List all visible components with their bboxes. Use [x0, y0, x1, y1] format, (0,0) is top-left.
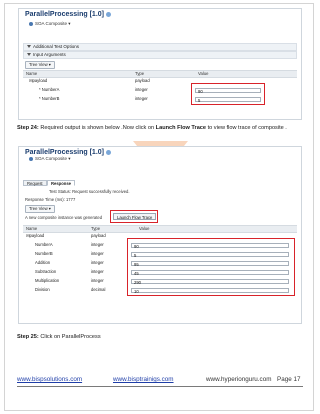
- footer-link-bispsolutions[interactable]: www.bispsolutions.com: [17, 376, 82, 383]
- tab-request[interactable]: Request: [23, 180, 47, 186]
- composite-icon: [29, 21, 33, 26]
- row-name: NumberB: [35, 251, 53, 256]
- row-name: Multiplication: [35, 278, 60, 283]
- row-name: Division: [35, 287, 50, 292]
- col-value: Value: [139, 226, 150, 231]
- composite-title: ParallelProcessing [1.0]: [25, 11, 111, 18]
- soa-composite-menu[interactable]: SOA Composite ▾: [29, 21, 71, 27]
- row-name: ⊟ payload: [29, 78, 48, 83]
- row-type: integer: [91, 251, 104, 256]
- tab-response[interactable]: Response: [47, 180, 76, 186]
- panel-additional-test-options[interactable]: Additional Test Options: [23, 43, 297, 51]
- table-header: Name Type Value: [23, 70, 297, 78]
- footer-divider: [17, 386, 303, 387]
- info-icon: [105, 149, 111, 155]
- row-name: ⊟ payload: [26, 233, 45, 238]
- col-value: Value: [198, 71, 209, 76]
- row-type: integer: [135, 96, 148, 101]
- tree-view-select[interactable]: Tree View ▾: [25, 61, 55, 69]
- col-name: Name: [26, 71, 38, 76]
- expand-icon: [27, 45, 31, 49]
- row-type: integer: [91, 260, 104, 265]
- row-type: payload: [135, 78, 150, 83]
- instance-text: A new composite instance was generated: [25, 215, 103, 220]
- col-type: Type: [91, 226, 101, 231]
- row-type: integer: [91, 269, 104, 274]
- response-time: Response Time (ms): 1777: [25, 197, 76, 202]
- row-type: integer: [91, 278, 104, 283]
- row-type: decimal: [91, 287, 106, 292]
- info-icon: [105, 11, 111, 17]
- footer-link-bisptrainigs[interactable]: www.bisptrainigs.com: [113, 376, 174, 383]
- highlight-box: [127, 238, 295, 296]
- row-name: Addition: [35, 260, 51, 265]
- col-name: Name: [26, 226, 38, 231]
- highlight-box: [191, 83, 265, 105]
- composite-icon: [29, 156, 33, 161]
- row-name: * NumberB: [39, 96, 60, 101]
- soa-composite-menu[interactable]: SOA Composite ▾: [29, 156, 71, 162]
- row-name: Subtraction: [35, 269, 57, 274]
- footer-hyperionguru: www.hyperionguru.com: [206, 376, 272, 383]
- row-type: integer: [135, 87, 148, 92]
- expand-icon: [27, 53, 31, 57]
- page-number: Page 17: [277, 376, 301, 383]
- row-type: payload: [91, 233, 106, 238]
- highlight-box: [110, 210, 158, 223]
- panel-input-arguments[interactable]: Input Arguments: [23, 51, 297, 59]
- row-name: NumberA: [35, 242, 53, 247]
- screenshot-response: ParallelProcessing [1.0] SOA Composite ▾…: [18, 146, 302, 324]
- row-name: * NumberA: [39, 87, 60, 92]
- test-status: Test Status: Request successfully receiv…: [49, 189, 130, 194]
- step-24-text: Step 24: Required output is shown below …: [17, 125, 287, 131]
- step-25-text: Step 25: Click on ParallelProcess: [17, 334, 101, 340]
- table-header: Name Type Value: [23, 225, 297, 233]
- composite-title: ParallelProcessing [1.0]: [25, 149, 111, 156]
- tree-view-select[interactable]: Tree View ▾: [25, 205, 55, 213]
- screenshot-input-arguments: ParallelProcessing [1.0] SOA Composite ▾…: [18, 8, 302, 120]
- col-type: Type: [135, 71, 145, 76]
- row-type: integer: [91, 242, 104, 247]
